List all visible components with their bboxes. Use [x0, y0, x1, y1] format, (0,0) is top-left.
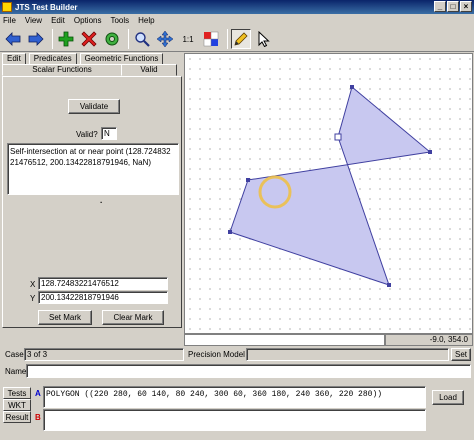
- geometry-a-wkt: POLYGON ((220 280, 60 140, 80 240, 300 6…: [46, 390, 383, 399]
- menu-edit[interactable]: Edit: [51, 16, 65, 25]
- load-button[interactable]: Load: [432, 390, 464, 405]
- geometry-view: [185, 54, 472, 333]
- y-coordinate-field[interactable]: 200.13422818791946: [38, 291, 168, 304]
- vertex: [387, 283, 391, 287]
- vertex: [350, 85, 354, 89]
- close-button[interactable]: ×: [460, 1, 472, 12]
- tab-scalar-functions[interactable]: Scalar Functions: [2, 64, 122, 76]
- divider-dot: ·: [100, 198, 103, 207]
- case-field: 3 of 3: [24, 348, 184, 361]
- second-tab-row: Scalar Functions Valid: [2, 64, 177, 76]
- pencil-icon[interactable]: [231, 29, 251, 49]
- coordinate-readout: -9.0, 354.0: [385, 334, 473, 346]
- back-arrow-icon[interactable]: [3, 29, 23, 49]
- geometry-canvas[interactable]: [184, 53, 473, 334]
- title-bar: JTS Test Builder _ □ ×: [0, 0, 474, 14]
- validate-button[interactable]: Validate: [68, 99, 120, 114]
- wkt-label: WKT: [8, 400, 26, 410]
- menu-bar: File View Edit Options Tools Help: [0, 14, 474, 27]
- forward-arrow-icon[interactable]: [26, 29, 46, 49]
- selected-vertex: [334, 133, 342, 141]
- vertex: [246, 178, 250, 182]
- validate-label: Validate: [79, 102, 109, 111]
- y-value: 200.13422818791946: [41, 293, 119, 302]
- toolbar-separator: [227, 29, 228, 49]
- tab-valid[interactable]: Valid: [121, 64, 177, 76]
- result-label: Result: [5, 412, 29, 422]
- add-icon[interactable]: [56, 29, 76, 49]
- set-label: Set: [454, 350, 467, 359]
- coordinate-spacer: [184, 334, 385, 346]
- y-label: Y: [30, 294, 36, 303]
- valid-field[interactable]: N: [101, 127, 117, 140]
- toolbar-separator: [52, 29, 53, 49]
- valid-tab-body: Validate Valid? N Self-intersection at o…: [2, 76, 182, 328]
- geometry-a-label: A: [35, 389, 41, 398]
- x-value: 128.72483221476512: [41, 279, 119, 288]
- color-icon[interactable]: [201, 29, 221, 49]
- menu-options[interactable]: Options: [74, 16, 102, 25]
- x-coordinate-field[interactable]: 128.72483221476512: [38, 277, 168, 290]
- validation-message-area[interactable]: Self-intersection at or near point (128.…: [7, 143, 179, 195]
- precision-model-label: Precision Model: [188, 350, 245, 359]
- pointer-icon[interactable]: [254, 29, 274, 49]
- geometry-b-wkt-field[interactable]: [43, 409, 426, 431]
- validation-message-line2: 21476512, 200.13422818791946, NaN): [10, 158, 152, 167]
- window-title: JTS Test Builder: [15, 2, 78, 12]
- menu-tools[interactable]: Tools: [110, 16, 129, 25]
- delete-icon[interactable]: [79, 29, 99, 49]
- set-mark-button[interactable]: Set Mark: [38, 310, 92, 325]
- functions-panel: Edit Predicates Geometric Functions Scal…: [2, 53, 182, 328]
- case-value: 3 of 3: [27, 350, 48, 359]
- minimize-button[interactable]: _: [434, 1, 446, 12]
- set-precision-button[interactable]: Set: [451, 348, 471, 361]
- zoom-icon[interactable]: [132, 29, 152, 49]
- case-label: Case: [5, 350, 24, 359]
- clear-mark-button[interactable]: Clear Mark: [102, 310, 164, 325]
- app-icon: [2, 2, 12, 12]
- gear-icon[interactable]: [102, 29, 122, 49]
- pan-icon[interactable]: [155, 29, 175, 49]
- valid-value: N: [104, 129, 110, 138]
- menu-help[interactable]: Help: [138, 16, 154, 25]
- tab-result[interactable]: Result: [3, 411, 31, 423]
- tab-tests[interactable]: Tests: [3, 387, 31, 399]
- vertex: [428, 150, 432, 154]
- name-row: Name: [0, 364, 474, 378]
- geometry-a-wkt-field[interactable]: POLYGON ((220 280, 60 140, 80 240, 300 6…: [43, 386, 426, 408]
- vertex: [228, 230, 232, 234]
- valid-label: Valid?: [76, 130, 98, 139]
- clear-mark-label: Clear Mark: [113, 313, 153, 322]
- zoom-one-button[interactable]: 1:1: [178, 29, 198, 49]
- menu-file[interactable]: File: [3, 16, 16, 25]
- geometry-b-label: B: [35, 413, 41, 422]
- validation-message-line1: Self-intersection at or near point (128.…: [10, 147, 171, 156]
- zoom-one-label: 1:1: [182, 34, 194, 44]
- load-label: Load: [439, 393, 457, 402]
- set-mark-label: Set Mark: [48, 313, 81, 322]
- case-row: Case 3 of 3 Precision Model Set: [0, 348, 474, 362]
- precision-model-field: [246, 348, 449, 361]
- geometry-input-area: Tests WKT Result A B POLYGON ((220 280, …: [0, 384, 474, 440]
- tests-label: Tests: [7, 388, 27, 398]
- toolbar-separator: [128, 29, 129, 49]
- name-label: Name: [5, 367, 27, 376]
- name-field[interactable]: [26, 364, 471, 378]
- x-label: X: [30, 280, 36, 289]
- tab-wkt[interactable]: WKT: [3, 399, 31, 411]
- coordinate-bar: -9.0, 354.0: [184, 334, 473, 346]
- toolbar: 1:1: [0, 27, 474, 52]
- menu-view[interactable]: View: [25, 16, 42, 25]
- maximize-button[interactable]: □: [447, 1, 459, 12]
